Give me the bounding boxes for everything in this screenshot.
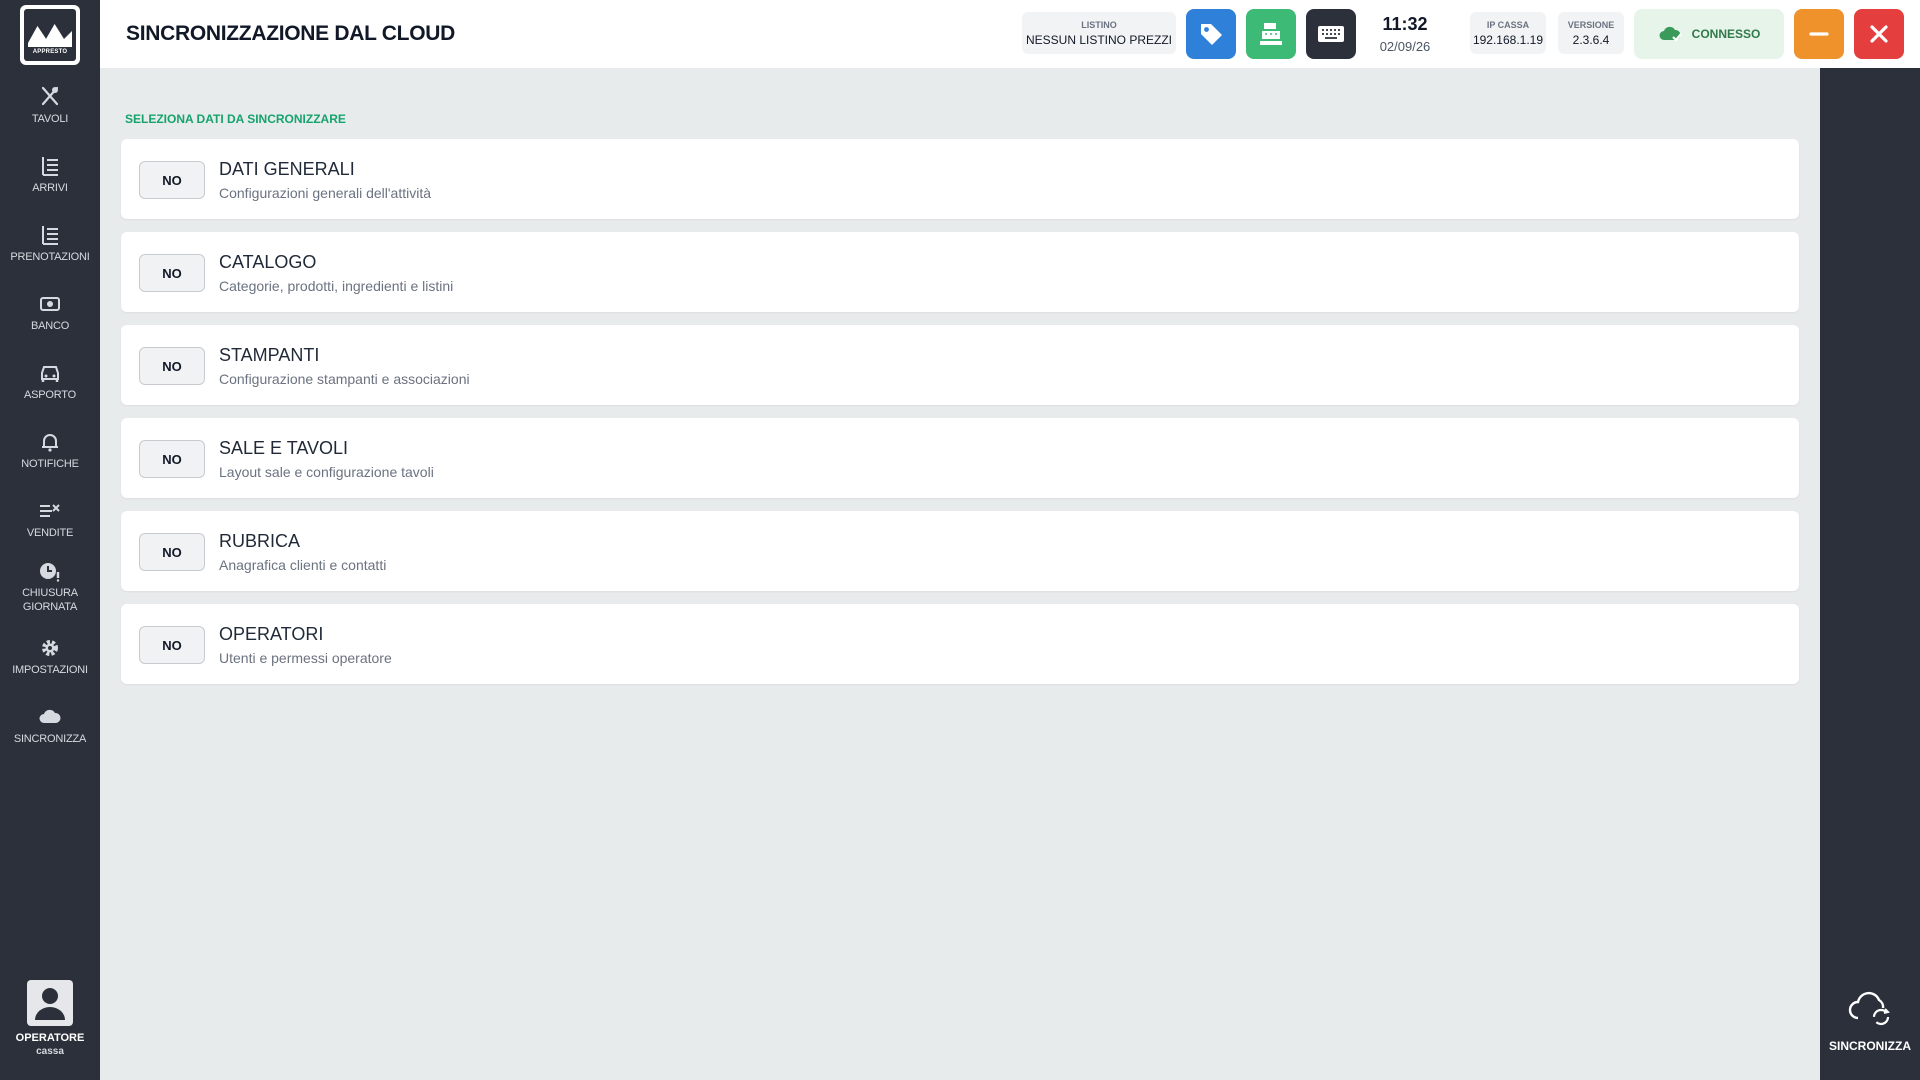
keyboard-icon xyxy=(1318,26,1344,42)
operator-role: cassa xyxy=(36,1046,64,1057)
listino-caption: LISTINO xyxy=(1081,20,1117,30)
sync-row-stampanti: NO STAMPANTI Configurazione stampanti e … xyxy=(121,325,1799,405)
operator-name: OPERATORE xyxy=(15,1032,85,1044)
clock: 11:32 02/09/26 xyxy=(1360,14,1450,54)
sidebar-item-chiusura-giornata[interactable]: CHIUSURA GIORNATA xyxy=(0,560,100,614)
version-caption: VERSIONE xyxy=(1567,20,1615,30)
cloud-check-icon xyxy=(1659,26,1682,42)
right-action-panel: SINCRONIZZA xyxy=(1820,68,1920,1080)
version-info: VERSIONE 2.3.6.4 xyxy=(1558,12,1624,54)
app-logo[interactable]: APPRESTO xyxy=(20,5,80,65)
row-description: Anagrafica clienti e contatti xyxy=(219,557,387,573)
sidebar-item-impostazioni[interactable]: IMPOSTAZIONI xyxy=(0,637,100,677)
clock-time: 11:32 xyxy=(1382,14,1428,34)
list-icon xyxy=(42,226,58,245)
tag-icon xyxy=(1201,24,1222,45)
sync-toggle[interactable]: NO xyxy=(139,161,205,199)
sidebar-item-label: PRENOTAZIONI xyxy=(10,251,90,263)
sync-row-operatori: NO OPERATORI Utenti e permessi operatore xyxy=(121,604,1799,684)
row-description: Configurazione stampanti e associazioni xyxy=(219,371,470,387)
sync-row-sale-e-tavoli: NO SALE E TAVOLI Layout sale e configura… xyxy=(121,418,1799,498)
row-description: Utenti e permessi operatore xyxy=(219,650,392,666)
row-title: DATI GENERALI xyxy=(219,159,355,179)
sync-toggle[interactable]: NO xyxy=(139,347,205,385)
keyboard-button[interactable] xyxy=(1306,9,1356,59)
ip-caption: IP CASSA xyxy=(1486,20,1530,30)
sidebar-item-label: VENDITE xyxy=(26,527,74,539)
page-title: SINCRONIZZAZIONE DAL CLOUD xyxy=(126,22,455,45)
sync-row-dati-generali: NO DATI GENERALI Configurazioni generali… xyxy=(121,139,1799,219)
logo-mark: APPRESTO xyxy=(24,9,76,61)
ip-value: 192.168.1.19 xyxy=(1472,33,1544,47)
sidebar-item-prenotazioni[interactable]: PRENOTAZIONI xyxy=(0,224,100,264)
sync-toggle[interactable]: NO xyxy=(139,254,205,292)
minimize-button[interactable] xyxy=(1794,9,1844,59)
version-value: 2.3.6.4 xyxy=(1572,33,1610,47)
sync-button[interactable]: SINCRONIZZA xyxy=(1820,986,1920,1053)
sync-toggle[interactable]: NO xyxy=(139,533,205,571)
car-icon xyxy=(41,366,59,382)
sidebar-item-sincronizza[interactable]: SINCRONIZZA xyxy=(0,706,100,746)
minus-icon xyxy=(1809,32,1829,36)
sidebar-item-tavoli[interactable]: TAVOLI xyxy=(0,86,100,126)
sync-row-catalogo: NO CATALOGO Categorie, prodotti, ingredi… xyxy=(121,232,1799,312)
section-label: SELEZIONA DATI DA SINCRONIZZARE xyxy=(125,112,346,126)
sidebar: APPRESTO TAVOLI ARRIVI PRENOTAZIONI BANC… xyxy=(0,0,100,1080)
row-description: Categorie, prodotti, ingredienti e listi… xyxy=(219,278,454,294)
row-title: RUBRICA xyxy=(219,531,301,551)
row-title: STAMPANTI xyxy=(219,345,320,365)
row-title: CATALOGO xyxy=(219,252,317,272)
sync-row-rubrica: NO RUBRICA Anagrafica clienti e contatti xyxy=(121,511,1799,591)
clock-date: 02/09/26 xyxy=(1379,39,1431,54)
sidebar-item-label: TAVOLI xyxy=(31,113,69,125)
sidebar-item-asporto[interactable]: ASPORTO xyxy=(0,362,100,402)
sidebar-item-label: CHIUSURA GIORNATA xyxy=(22,587,78,613)
cutlery-icon xyxy=(41,86,59,106)
clock-alert-icon xyxy=(40,563,60,582)
list-icon xyxy=(42,157,58,176)
operator-profile[interactable]: OPERATORE cassa xyxy=(0,980,100,1057)
cloud-icon xyxy=(39,709,61,723)
sidebar-item-label: ASPORTO xyxy=(24,389,76,401)
sync-toggle[interactable]: NO xyxy=(139,440,205,478)
row-title: SALE E TAVOLI xyxy=(219,438,349,458)
sidebar-item-arrivi[interactable]: ARRIVI xyxy=(0,155,100,195)
avatar xyxy=(27,980,73,1026)
user-icon xyxy=(35,988,65,1020)
sidebar-item-vendite[interactable]: VENDITE xyxy=(0,500,100,540)
sync-button-label: SINCRONIZZA xyxy=(1829,1039,1911,1053)
gear-icon xyxy=(42,640,58,656)
listino-value: NESSUN LISTINO PREZZI xyxy=(1025,33,1173,47)
ip-info: IP CASSA 192.168.1.19 xyxy=(1470,12,1546,54)
sidebar-item-label: SINCRONIZZA xyxy=(13,733,87,745)
close-button[interactable] xyxy=(1854,9,1904,59)
cash-register-icon xyxy=(1260,23,1282,45)
price-tag-button[interactable] xyxy=(1186,9,1236,59)
row-title: OPERATORI xyxy=(219,624,324,644)
row-description: Layout sale e configurazione tavoli xyxy=(219,464,434,480)
cash-icon xyxy=(40,297,60,311)
listino-selector[interactable]: LISTINO NESSUN LISTINO PREZZI xyxy=(1022,12,1176,54)
sidebar-item-label: IMPOSTAZIONI xyxy=(12,664,88,676)
row-description: Configurazioni generali dell'attività xyxy=(219,185,432,201)
sidebar-item-notifiche[interactable]: NOTIFICHE xyxy=(0,431,100,471)
sales-list-icon xyxy=(40,504,60,517)
cash-register-button[interactable] xyxy=(1246,9,1296,59)
sync-toggle[interactable]: NO xyxy=(139,626,205,664)
cloud-sync-icon xyxy=(1848,991,1890,1026)
header: SINCRONIZZAZIONE DAL CLOUD LISTINO NESSU… xyxy=(100,0,1920,68)
sidebar-item-label: ARRIVI xyxy=(32,182,68,194)
sidebar-item-label: NOTIFICHE xyxy=(21,458,79,470)
bell-icon xyxy=(42,434,58,452)
connection-status-label: CONNESSO xyxy=(1691,27,1761,41)
sidebar-item-label: BANCO xyxy=(30,320,70,332)
sidebar-item-banco[interactable]: BANCO xyxy=(0,293,100,333)
close-icon xyxy=(1870,25,1888,43)
connection-status-badge: CONNESSO xyxy=(1634,9,1784,59)
logo-text: APPRESTO xyxy=(32,49,68,55)
